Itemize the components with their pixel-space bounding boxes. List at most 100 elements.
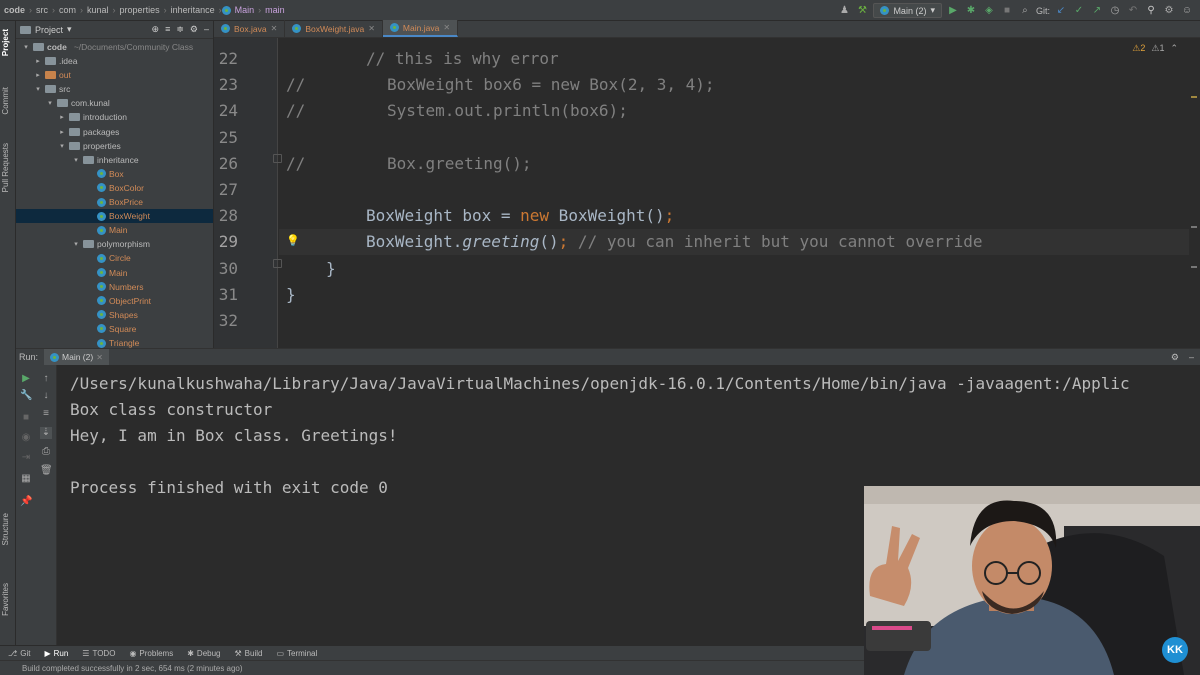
expand-arrow-icon[interactable]: ▸	[58, 113, 66, 121]
tree-item-boxweight[interactable]: BoxWeight	[16, 209, 213, 224]
settings-gear-icon[interactable]: ⚙	[1171, 352, 1179, 363]
tree-item-objectprint[interactable]: ObjectPrint	[16, 294, 213, 308]
tree-item-boxcolor[interactable]: BoxColor	[16, 181, 213, 195]
git-commit-icon[interactable]: ✓	[1072, 4, 1086, 18]
expand-all-icon[interactable]: ≡	[165, 24, 170, 35]
tree-item-circle[interactable]: Circle	[16, 251, 213, 265]
tool-window-debug[interactable]: ✱ Debug	[187, 649, 220, 658]
expand-arrow-icon[interactable]: ▸	[34, 71, 42, 79]
stop-icon[interactable]: ■	[20, 412, 32, 424]
close-icon[interactable]: ✕	[443, 23, 450, 32]
history-icon[interactable]: ◷	[1108, 4, 1122, 18]
tree-item-properties[interactable]: ▾ properties	[16, 139, 213, 153]
tree-item-main[interactable]: Main	[16, 223, 213, 237]
tool-window-terminal[interactable]: ▭ Terminal	[276, 649, 317, 658]
expand-arrow-icon[interactable]: ▾	[46, 99, 54, 107]
breadcrumb-com[interactable]: com	[55, 5, 80, 15]
inspection-widget[interactable]: ⚠2 ⚠1 ⌃	[1132, 43, 1178, 54]
fold-marker-icon[interactable]	[273, 259, 282, 268]
debug-icon[interactable]: ✱	[964, 4, 978, 18]
run-configuration-select[interactable]: Main (2) ▾	[873, 3, 942, 18]
tree-item-introduction[interactable]: ▸ introduction	[16, 110, 213, 124]
tool-tab-pull-requests[interactable]: Pull Requests	[1, 143, 10, 192]
close-icon[interactable]: ✕	[96, 353, 103, 362]
tool-tab-commit[interactable]: Commit	[1, 87, 10, 115]
expand-arrow-icon[interactable]: ▾	[58, 142, 66, 150]
print-icon[interactable]: ⎙	[40, 446, 52, 458]
tool-window-build[interactable]: ⚒ Build	[235, 649, 263, 658]
git-push-icon[interactable]: ↗	[1090, 4, 1104, 18]
expand-arrow-icon[interactable]: ▸	[58, 128, 66, 136]
tool-tab-project[interactable]: Project	[1, 29, 10, 56]
fold-marker-icon[interactable]	[273, 154, 282, 163]
chevron-up-icon[interactable]: ⌃	[1170, 43, 1178, 54]
pin-icon[interactable]: 📌	[20, 496, 32, 508]
tree-item-shapes[interactable]: Shapes	[16, 308, 213, 322]
tree-item-numbers[interactable]: Numbers	[16, 280, 213, 294]
tree-item-inheritance[interactable]: ▾ inheritance	[16, 153, 213, 167]
rerun-icon[interactable]: ▶	[20, 373, 32, 385]
breadcrumb-main-class[interactable]: Main	[231, 5, 259, 15]
layout-icon[interactable]: ▦	[20, 473, 32, 485]
breadcrumb-code[interactable]: code	[0, 5, 29, 15]
tree-item-out[interactable]: ▸ out	[16, 68, 213, 82]
close-icon[interactable]: ✕	[368, 24, 375, 33]
git-update-icon[interactable]: ↙	[1054, 4, 1068, 18]
breadcrumb-properties[interactable]: properties	[116, 5, 164, 15]
expand-arrow-icon[interactable]: ▾	[22, 43, 30, 51]
settings-gear-icon[interactable]: ⚙	[1162, 4, 1176, 18]
user-icon[interactable]: ♟	[837, 4, 851, 18]
tab-main-java[interactable]: Main.java ✕	[382, 20, 459, 37]
search-everywhere-icon[interactable]: ⚲	[1144, 4, 1158, 18]
breadcrumb-kunal[interactable]: kunal	[83, 5, 113, 15]
locate-icon[interactable]: ⊕	[152, 24, 160, 35]
tree-item-boxprice[interactable]: BoxPrice	[16, 195, 213, 209]
tool-window-problems[interactable]: ◉ Problems	[129, 649, 173, 658]
expand-arrow-icon[interactable]: ▾	[72, 240, 80, 248]
wrench-icon[interactable]: 🔧	[20, 390, 32, 402]
trash-icon[interactable]: 🗑	[40, 465, 53, 477]
down-arrow-icon[interactable]: ↓	[40, 390, 52, 402]
expand-arrow-icon[interactable]: ▸	[34, 57, 42, 65]
hide-icon[interactable]: –	[204, 24, 209, 35]
exit-icon[interactable]: ⇥	[20, 452, 32, 464]
breadcrumb-main-method[interactable]: main	[261, 5, 289, 15]
run-tab-main[interactable]: Main (2) ✕	[44, 348, 109, 366]
tree-item-box[interactable]: Box	[16, 167, 213, 181]
tree-root[interactable]: ▾ code ~/Documents/Community Class	[22, 40, 193, 54]
tree-item-packages[interactable]: ▸ packages	[16, 125, 213, 139]
tab-box-java[interactable]: Box.java ✕	[214, 20, 286, 37]
scroll-to-end-icon[interactable]: ⇣	[40, 427, 52, 439]
camera-icon[interactable]: ◉	[20, 432, 32, 444]
tree-item-triangle[interactable]: Triangle	[16, 336, 213, 348]
search-icon[interactable]: ⌕	[1018, 4, 1032, 18]
tree-item-src[interactable]: ▾ src	[16, 82, 213, 96]
chevron-down-icon[interactable]: ▾	[67, 24, 72, 35]
profile-icon[interactable]: ☺	[1180, 4, 1194, 18]
expand-arrow-icon[interactable]: ▾	[72, 156, 80, 164]
close-icon[interactable]: ✕	[271, 24, 278, 33]
tree-item-square[interactable]: Square	[16, 322, 213, 336]
tool-window-git[interactable]: ⎇ Git	[8, 649, 30, 658]
tree-item-main[interactable]: Main	[16, 266, 213, 280]
tree-item-polymorphism[interactable]: ▾ polymorphism	[16, 237, 213, 251]
build-hammer-icon[interactable]: ⚒	[855, 4, 869, 18]
collapse-all-icon[interactable]: ≑	[176, 24, 184, 35]
up-arrow-icon[interactable]: ↑	[40, 373, 52, 385]
soft-wrap-icon[interactable]: ≡	[40, 408, 52, 420]
tool-window-run[interactable]: ▶ Run	[44, 649, 68, 658]
tab-boxweight-java[interactable]: BoxWeight.java ✕	[285, 20, 383, 37]
project-panel-title[interactable]: Project	[35, 25, 63, 35]
tool-tab-favorites[interactable]: Favorites	[1, 583, 10, 616]
options-gear-icon[interactable]: ⚙	[190, 24, 198, 35]
stop-icon[interactable]: ■	[1000, 4, 1014, 18]
tree-item-com-kunal[interactable]: ▾ com.kunal	[16, 96, 213, 110]
rollback-icon[interactable]: ↶	[1126, 4, 1140, 18]
tool-window-todo[interactable]: ☰ TODO	[82, 649, 115, 658]
breadcrumb-inheritance[interactable]: inheritance	[167, 5, 219, 15]
editor-scrollbar[interactable]	[1189, 38, 1200, 348]
breadcrumb-src[interactable]: src	[32, 5, 52, 15]
run-icon[interactable]: ▶	[946, 4, 960, 18]
lightbulb-icon[interactable]: 💡	[286, 234, 300, 247]
expand-arrow-icon[interactable]: ▾	[34, 85, 42, 93]
